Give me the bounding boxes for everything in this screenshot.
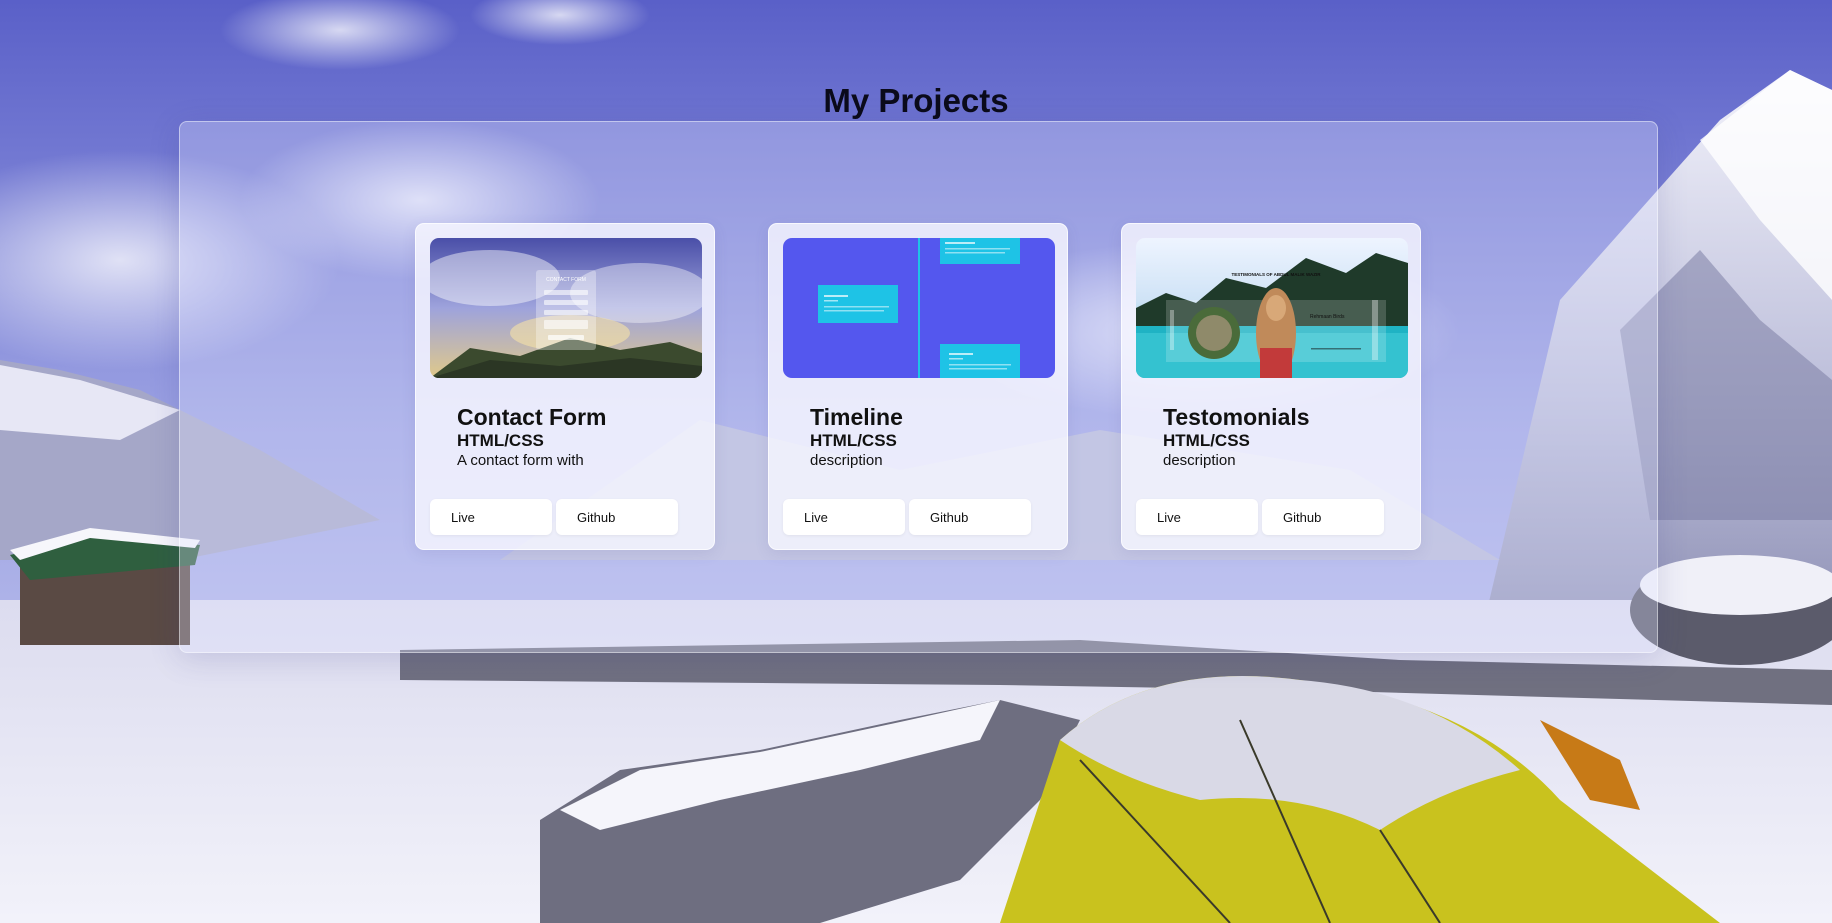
testimonials-thumbnail: TESTIMONIALS OF ABDUL MALIK WAZIR Rehmaa…	[1136, 238, 1408, 378]
project-description: A contact form with	[457, 452, 584, 469]
project-card-contact-form: CONTACT FORM Contact Form HTML/CSS A con…	[415, 223, 715, 550]
live-button[interactable]: Live	[1136, 499, 1258, 535]
github-button[interactable]: Github	[1262, 499, 1384, 535]
project-title: Testomonials	[1163, 404, 1310, 430]
project-tech: HTML/CSS	[1163, 431, 1250, 450]
project-tech: HTML/CSS	[457, 431, 544, 450]
page-title: My Projects	[823, 82, 1009, 119]
live-button[interactable]: Live	[430, 499, 552, 535]
thumbnail-caption: CONTACT FORM	[546, 277, 586, 283]
timeline-thumbnail	[783, 238, 1055, 378]
project-card-testimonials: TESTIMONIALS OF ABDUL MALIK WAZIR Rehmaa…	[1121, 223, 1421, 550]
thumbnail-name: Rehmaan Birds	[1310, 314, 1345, 320]
project-description: description	[810, 452, 883, 469]
live-button[interactable]: Live	[783, 499, 905, 535]
project-card-timeline: Timeline HTML/CSS description Live Githu…	[768, 223, 1068, 550]
project-title: Contact Form	[457, 404, 607, 430]
project-cards: CONTACT FORM Contact Form HTML/CSS A con…	[415, 223, 1421, 550]
project-title: Timeline	[810, 404, 903, 430]
github-button[interactable]: Github	[909, 499, 1031, 535]
project-description: description	[1163, 452, 1236, 469]
github-button[interactable]: Github	[556, 499, 678, 535]
project-tech: HTML/CSS	[810, 431, 897, 450]
contact-form-thumbnail: CONTACT FORM	[430, 238, 702, 378]
thumbnail-caption: TESTIMONIALS OF ABDUL MALIK WAZIR	[1232, 272, 1322, 277]
